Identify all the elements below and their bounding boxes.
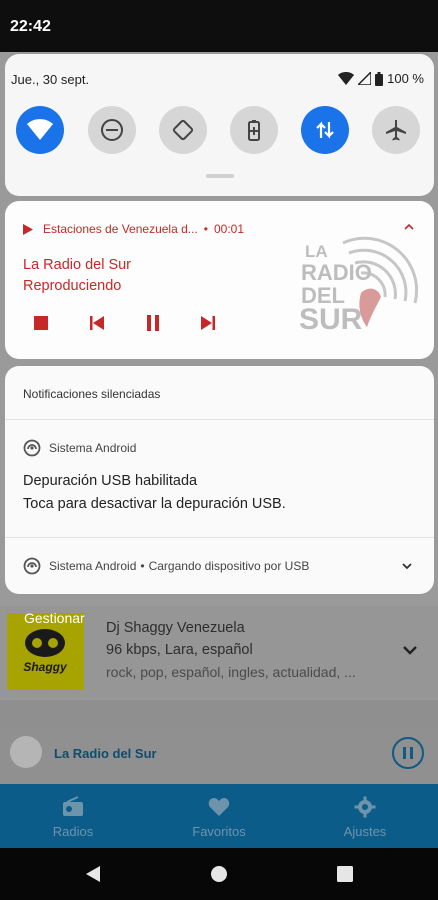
manage-label[interactable]: Gestionar — [24, 610, 85, 626]
next-button[interactable] — [196, 311, 220, 335]
station-name: Dj Shaggy Venezuela — [106, 620, 245, 636]
skip-next-icon — [201, 316, 215, 330]
station-logo-artwork: LA RADIO DEL SUR — [299, 236, 419, 335]
media-app-name: Estaciones de Venezuela d... — [43, 222, 198, 236]
qs-status-icons: 100 % — [338, 71, 424, 86]
media-elapsed: 00:01 — [213, 222, 245, 236]
home-icon[interactable] — [210, 865, 228, 883]
notif1-text: Toca para desactivar la depuración USB. — [23, 496, 286, 512]
chevron-down-icon[interactable] — [401, 641, 419, 659]
media-separator-dot: • — [203, 222, 208, 236]
nav-radios[interactable]: Radios — [0, 784, 146, 848]
recents-icon[interactable] — [337, 866, 353, 882]
battery-saver-tile[interactable] — [230, 106, 278, 154]
mini-player[interactable]: La Radio del Sur — [0, 728, 438, 784]
stop-icon — [34, 316, 48, 330]
notif2-app-row: Sistema Android • Cargando dispositivo p… — [23, 557, 309, 575]
auto-rotate-tile[interactable] — [159, 106, 207, 154]
quick-settings-panel: Jue., 30 sept. 100 % — [5, 54, 434, 196]
list-separator — [0, 700, 438, 728]
android-system-icon — [23, 557, 41, 575]
do-not-disturb-icon — [101, 119, 123, 141]
airplane-mode-icon — [386, 120, 406, 141]
divider — [5, 419, 434, 420]
media-header: Estaciones de Venezuela d... • 00:01 — [23, 222, 244, 236]
nav-favoritos-label: Favoritos — [192, 824, 246, 839]
notif2-text: Cargando dispositivo por USB — [148, 559, 310, 573]
status-bar: 22:42 — [0, 0, 438, 52]
logo-text-sur: SUR — [299, 303, 363, 335]
cell-signal-icon — [358, 72, 372, 85]
system-navigation-bar — [0, 848, 438, 900]
stop-button[interactable] — [29, 311, 53, 335]
nav-ajustes[interactable]: Ajustes — [292, 784, 438, 848]
battery-percent: 100 % — [387, 71, 424, 86]
divider — [5, 537, 434, 538]
wifi-signal-icon — [338, 72, 355, 85]
pause-icon — [147, 315, 159, 331]
nav-radios-label: Radios — [52, 824, 94, 839]
android-system-icon — [23, 439, 41, 457]
notif2-app-name: Sistema Android — [49, 559, 137, 573]
pause-icon[interactable] — [392, 737, 424, 769]
auto-rotate-icon — [172, 119, 194, 141]
logo-text-la: LA — [305, 242, 328, 261]
station-info: 96 kbps, Lara, español — [106, 642, 253, 658]
station-tags: rock, pop, español, ingles, actualidad, … — [106, 664, 356, 680]
back-icon[interactable] — [84, 865, 102, 883]
logo-text-radio: RADIO — [301, 260, 372, 285]
media-title: La Radio del Sur — [23, 257, 132, 273]
mobile-data-tile[interactable] — [301, 106, 349, 154]
station-list-item[interactable]: Shaggy Gestionar Dj Shaggy Venezuela 96 … — [0, 606, 438, 698]
previous-button[interactable] — [85, 311, 109, 335]
battery-saver-icon — [248, 120, 260, 141]
player-station-name: La Radio del Sur — [54, 746, 157, 761]
media-notification[interactable]: Estaciones de Venezuela d... • 00:01 La … — [5, 201, 434, 359]
gear-icon — [354, 796, 376, 818]
qs-date: Jue., 30 sept. — [11, 72, 90, 87]
mobile-data-icon — [316, 121, 334, 139]
svg-text:Shaggy: Shaggy — [23, 660, 68, 674]
nav-favoritos[interactable]: Favoritos — [146, 784, 292, 848]
wifi-icon — [27, 119, 53, 140]
play-icon — [23, 223, 33, 235]
pause-button[interactable] — [141, 311, 165, 335]
qs-drag-handle[interactable] — [206, 174, 234, 178]
battery-icon — [375, 71, 384, 86]
heart-icon — [208, 798, 230, 816]
silenced-notifications-card: Notificaciones silenciadas Sistema Andro… — [5, 366, 434, 594]
bottom-navigation: Radios Favoritos Ajustes — [0, 784, 438, 848]
radio-icon — [63, 796, 83, 816]
notif2-dot: • — [140, 559, 145, 573]
do-not-disturb-tile[interactable] — [88, 106, 136, 154]
chevron-down-icon[interactable] — [400, 559, 414, 573]
media-status: Reproduciendo — [23, 278, 122, 294]
airplane-mode-tile[interactable] — [372, 106, 420, 154]
skip-previous-icon — [90, 316, 104, 330]
nav-ajustes-label: Ajustes — [343, 824, 387, 839]
notif1-title: Depuración USB habilitada — [23, 473, 198, 489]
wifi-tile[interactable] — [16, 106, 64, 154]
player-artwork — [10, 736, 42, 768]
status-time: 22:42 — [10, 18, 51, 35]
silenced-header: Notificaciones silenciadas — [23, 387, 161, 401]
notif1-app-row: Sistema Android — [23, 439, 136, 457]
notif1-app-name: Sistema Android — [49, 441, 137, 455]
